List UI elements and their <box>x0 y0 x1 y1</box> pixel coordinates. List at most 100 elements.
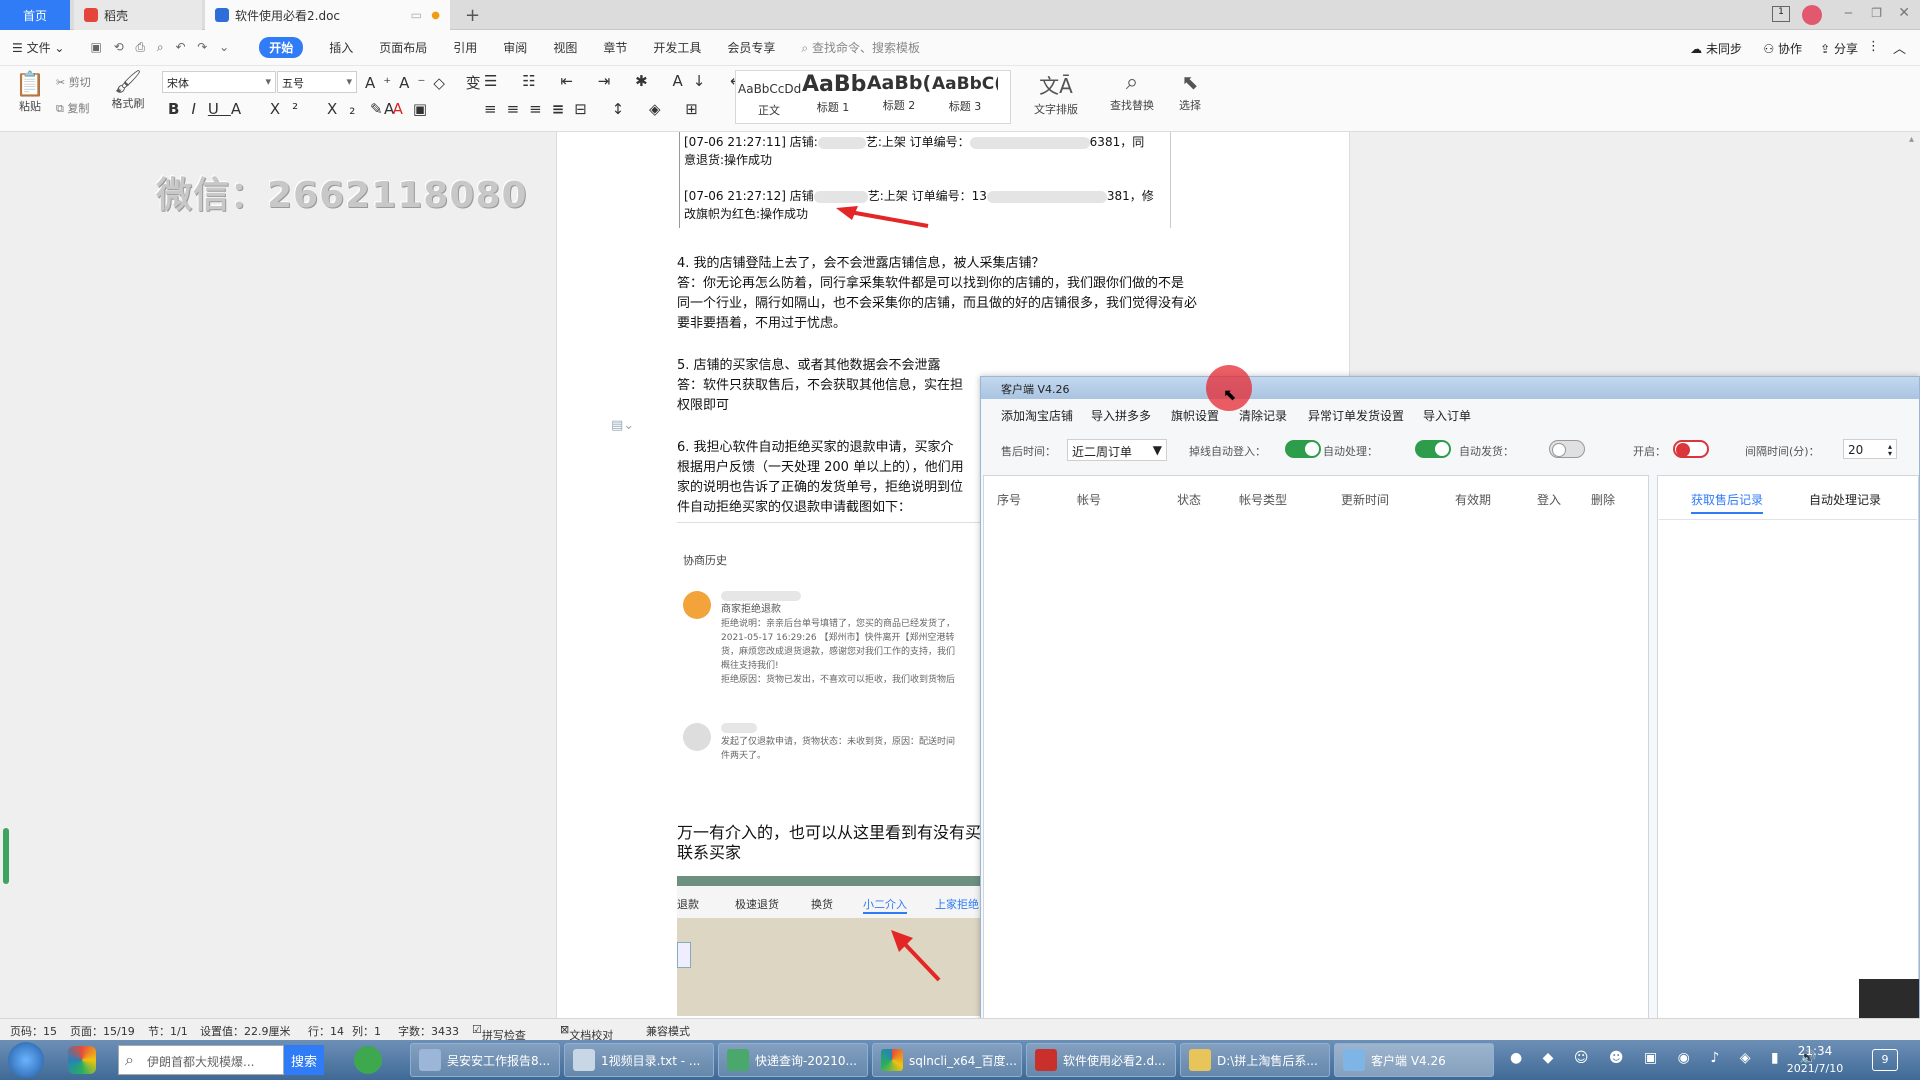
font-name-select[interactable]: 宋体 ▾ <box>162 71 276 93</box>
client-title-bar[interactable]: 客户端 V4.26 <box>981 377 1919 399</box>
scrollbar-up-icon[interactable]: ▴ <box>1909 134 1914 145</box>
quick-access-icons[interactable]: ▣ ⟲ ⎙ ⌕ ↶ ↷ ⌄ <box>90 40 233 55</box>
interval-input[interactable]: 20 ▴ ▾ <box>1843 439 1897 459</box>
task-express-query[interactable]: 快递查询-20210... <box>718 1043 868 1077</box>
menu-insert[interactable]: 插入 <box>329 39 353 56</box>
menu-add-taobao-store[interactable]: 添加淘宝店铺 <box>1001 407 1073 424</box>
more-icon[interactable]: ⋮ <box>1867 39 1880 54</box>
paragraph-tools[interactable]: ≡≡≡≡⊟ ↕ ◈ ⊞ <box>484 100 708 118</box>
collapse-ribbon-icon[interactable]: ︿ <box>1893 38 1906 57</box>
task-express-query-label: 快递查询-20210... <box>755 1053 857 1068</box>
sync-status[interactable]: ☁ 未同步 <box>1690 40 1742 57</box>
word-doc-icon <box>215 8 229 22</box>
auto-login-toggle[interactable] <box>1285 440 1321 458</box>
collaborate-button[interactable]: ⚇ 协作 <box>1763 40 1802 57</box>
spell-check-button[interactable]: ☑ 拼写检查 <box>472 1023 526 1042</box>
task-document[interactable]: 软件使用必看2.d... <box>1026 1043 1176 1077</box>
task-folder[interactable]: D:\拼上淘售后系... <box>1180 1043 1330 1077</box>
menu-flag-settings[interactable]: 旗帜设置 <box>1171 407 1219 424</box>
menu-review[interactable]: 审阅 <box>503 39 527 56</box>
clock-time[interactable]: 21:34 <box>1780 1044 1850 1058</box>
note-icon[interactable]: ▤⌄ <box>611 418 634 433</box>
menu-chapter[interactable]: 章节 <box>603 39 627 56</box>
task-video-list[interactable]: 1视频目录.txt - ... <box>564 1043 714 1077</box>
tab-home[interactable]: 首页 <box>0 0 70 30</box>
file-icon <box>419 1049 441 1071</box>
log-line-1: [07-06 21:27:11] 店铺: 艺:上架 订单编号： 6381，同 <box>684 135 1145 149</box>
tab-daoke[interactable]: 稻壳 <box>74 0 202 30</box>
new-tab-button[interactable]: + <box>455 0 485 30</box>
menu-member[interactable]: 会员专享 <box>727 39 775 56</box>
select-button[interactable]: ⬉ 选择 <box>1168 70 1212 113</box>
text-layout-button[interactable]: 文Ā 文字排版 <box>1024 70 1088 117</box>
auto-ship-toggle[interactable] <box>1549 440 1585 458</box>
find-replace-button[interactable]: ⌕ 查找替换 <box>1100 70 1164 113</box>
tab-auto-process-records[interactable]: 自动处理记录 <box>1809 491 1881 508</box>
copy-button[interactable]: ⧉ 复制 <box>56 100 89 116</box>
strip-fast-return: 极速退货 <box>735 898 779 911</box>
style-heading-2[interactable]: AaBb( 标题 2 <box>866 72 932 120</box>
app-launcher-icon[interactable] <box>68 1046 96 1074</box>
start-button[interactable] <box>8 1042 44 1078</box>
enable-toggle[interactable] <box>1673 440 1709 458</box>
style-heading-1[interactable]: AaBb 标题 1 <box>802 72 866 120</box>
close-icon[interactable]: ✕ <box>1898 5 1910 21</box>
tab-after-sale-records[interactable]: 获取售后记录 <box>1691 491 1764 514</box>
format-painter-button[interactable]: 🖌 格式刷 <box>108 70 148 111</box>
after-sale-time-select[interactable]: 近二周订单 ▼ <box>1067 439 1167 461</box>
faq-question-6-line1: 6. 我担心软件自动拒绝买家的退款申请，买家介 <box>677 440 954 455</box>
taskbar-search-button[interactable]: 搜索 <box>284 1045 324 1075</box>
history-line-8: 件两天了。 <box>721 751 767 761</box>
paste-button[interactable]: 📋 粘贴 <box>10 70 50 114</box>
menu-import-orders[interactable]: 导入订单 <box>1423 407 1471 424</box>
cut-label: 剪切 <box>68 76 91 89</box>
menu-import-pdd[interactable]: 导入拼多多 <box>1091 407 1151 424</box>
style-h2-sample: AaBb( <box>866 72 932 94</box>
style-h1-name: 标题 1 <box>816 101 850 114</box>
faq-answer-4-line1: 答：你无论再怎么防着，同行拿采集软件都是可以找到你的店铺的，我们跟你们做的不是 <box>677 276 1185 291</box>
font-size-tools[interactable]: A⁺A⁻◇ 变 <box>365 72 489 93</box>
scroll-indicator[interactable] <box>3 828 9 884</box>
command-search[interactable]: ⌕ 查找命令、搜索模板 <box>801 39 920 56</box>
menu-view[interactable]: 视图 <box>553 39 577 56</box>
tab-document[interactable]: 软件使用必看2.doc ▭ ● <box>205 0 450 30</box>
menu-page-layout[interactable]: 页面布局 <box>379 39 427 56</box>
taskbar-search-input[interactable]: ⌕ 伊朗首都大规模爆... <box>118 1045 284 1075</box>
auto-process-toggle[interactable] <box>1415 440 1451 458</box>
menu-developer[interactable]: 开发工具 <box>653 39 701 56</box>
menu-abnormal-order-shipping[interactable]: 异常订单发货设置 <box>1308 407 1404 424</box>
menu-start[interactable]: 开始 <box>259 37 304 58</box>
browser-icon[interactable] <box>354 1046 382 1074</box>
auto-login-label: 掉线自动登入： <box>1189 445 1266 458</box>
style-heading-3[interactable]: AaBbC( 标题 3 <box>932 72 998 120</box>
file-menu[interactable]: ☰ 文件 ⌄ <box>12 39 64 56</box>
cut-button[interactable]: ✂ 剪切 <box>56 74 91 90</box>
merchant-avatar <box>683 591 711 619</box>
maximize-icon[interactable]: ❐ <box>1871 6 1882 20</box>
layout-icon[interactable]: 1 <box>1772 6 1790 22</box>
status-page: 页面：15/19 <box>70 1025 135 1038</box>
clock-date[interactable]: 2021/7/10 <box>1780 1062 1850 1075</box>
highlight-tools[interactable]: ✎A▣ <box>370 100 437 118</box>
task-work-report-label: 吴安安工作报告8... <box>447 1053 551 1068</box>
account-table <box>983 475 1649 1037</box>
task-sqlncli[interactable]: sqlncli_x64_百度... <box>872 1043 1022 1077</box>
client-window[interactable]: 客户端 V4.26 ⬉ 添加淘宝店铺 导入拼多多 旗帜设置 清除记录 异常订单发… <box>980 365 1920 1040</box>
menu-clear-records[interactable]: 清除记录 <box>1239 407 1287 424</box>
task-client[interactable]: 客户端 V4.26 <box>1334 1043 1494 1077</box>
folder-icon <box>1189 1049 1211 1071</box>
share-button[interactable]: ⇪ 分享 <box>1820 40 1858 57</box>
col-login: 登入 <box>1537 493 1562 507</box>
task-work-report[interactable]: 吴安安工作报告8... <box>410 1043 560 1077</box>
screen-icon[interactable]: ▭ <box>411 8 422 22</box>
font-size-select[interactable]: 五号 ▾ <box>277 71 357 93</box>
menu-reference[interactable]: 引用 <box>453 39 477 56</box>
avatar[interactable] <box>1802 5 1822 25</box>
system-tray-icons[interactable]: ● ◆ ☺ ☻ ▣ ◉ ♪ ◈ ▮ 🔊 <box>1510 1050 1825 1066</box>
tab-daoke-label: 稻壳 <box>104 8 129 23</box>
minimize-icon[interactable]: ─ <box>1845 6 1852 20</box>
style-normal[interactable]: AaBbCcDd 正文 <box>738 72 801 120</box>
faq-answer-5-line2: 权限即可 <box>677 398 730 413</box>
notification-icon[interactable]: 9 <box>1872 1049 1898 1071</box>
proofread-button[interactable]: ⊠ 文档校对 <box>560 1023 613 1042</box>
